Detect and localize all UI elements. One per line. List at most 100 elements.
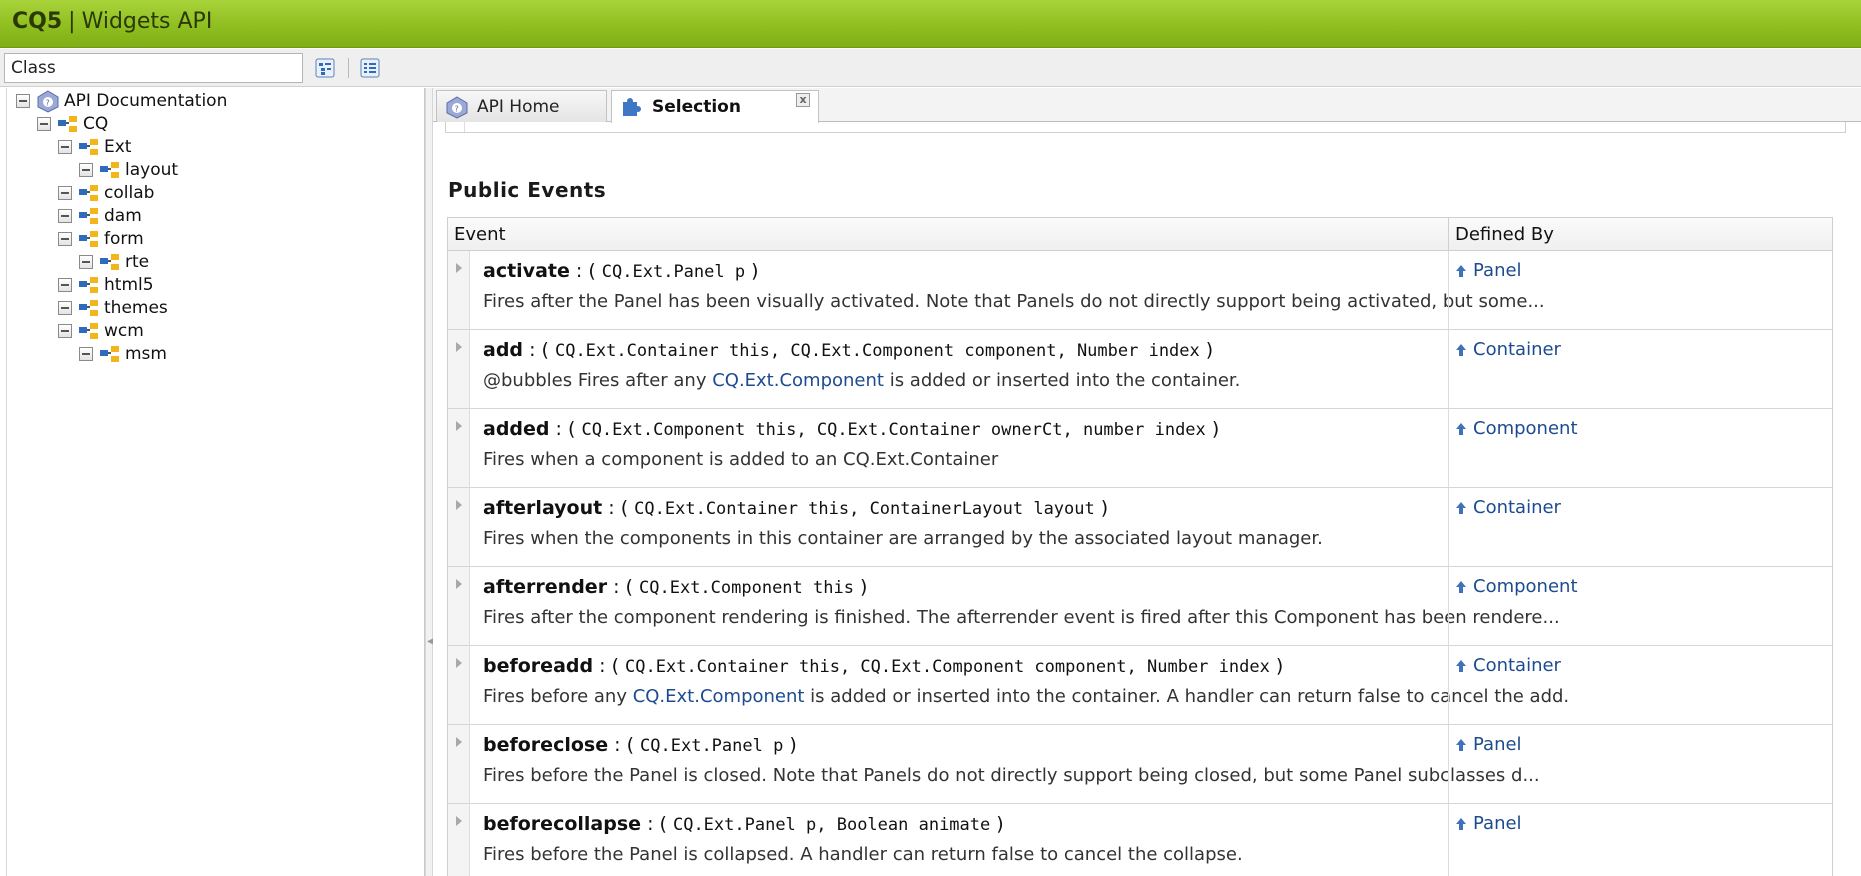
- expand-row-toggle[interactable]: [448, 409, 470, 487]
- event-params: CQ.Ext.Container this, CQ.Ext.Component …: [625, 657, 1270, 677]
- svg-text:?: ?: [455, 104, 459, 113]
- collapse-toggle-icon[interactable]: [79, 255, 93, 269]
- api-documentation-icon: ?: [37, 90, 59, 113]
- event-description: Fires before the Panel is closed. Note t…: [483, 765, 1540, 786]
- tree-node-label: Ext: [104, 137, 132, 157]
- collapse-toggle-icon[interactable]: [58, 301, 72, 315]
- event-params: CQ.Ext.Component this, CQ.Ext.Container …: [581, 420, 1206, 440]
- collapse-toggle-icon[interactable]: [58, 324, 72, 338]
- tree-node-label: themes: [104, 298, 168, 318]
- inherited-up-arrow-icon: [1456, 660, 1466, 672]
- event-description: Fires when the components in this contai…: [483, 528, 1323, 549]
- list-icon: [360, 58, 380, 78]
- tab-selection[interactable]: Selection x: [611, 90, 819, 123]
- event-name: beforeclose: [483, 734, 609, 756]
- collapse-tree-button[interactable]: [359, 57, 381, 79]
- inherited-up-arrow-icon: [1456, 265, 1466, 277]
- collapse-toggle-icon[interactable]: [58, 209, 72, 223]
- package-icon: [79, 277, 98, 293]
- events-table: Event Defined By activate : ( CQ.Ext.Pan…: [447, 217, 1833, 876]
- expand-row-toggle[interactable]: [448, 251, 470, 329]
- events-table-header: Event Defined By: [448, 218, 1832, 251]
- tree-node-msm[interactable]: msm: [79, 341, 167, 367]
- collapse-toggle-icon[interactable]: [58, 186, 72, 200]
- class-search-input[interactable]: [4, 53, 303, 83]
- tab-strip: ? API Home Selection x: [433, 88, 1861, 123]
- event-signature: afterlayout : ( CQ.Ext.Container this, C…: [483, 497, 1109, 519]
- package-icon: [100, 162, 119, 178]
- event-row-afterlayout[interactable]: afterlayout : ( CQ.Ext.Container this, C…: [448, 488, 1832, 567]
- expand-tree-button[interactable]: [314, 57, 336, 79]
- defined-by-link[interactable]: Component: [1448, 409, 1584, 487]
- event-row-beforeadd[interactable]: beforeadd : ( CQ.Ext.Container this, CQ.…: [448, 646, 1832, 725]
- brand-label: CQ5: [12, 9, 63, 34]
- app-header: CQ5 | Widgets API: [0, 0, 1861, 48]
- description-link[interactable]: CQ.Ext.Component: [633, 686, 805, 707]
- event-row-add[interactable]: add : ( CQ.Ext.Container this, CQ.Ext.Co…: [448, 330, 1832, 409]
- event-description: Fires when a component is added to an CQ…: [483, 449, 999, 470]
- tree-node-label: msm: [125, 344, 167, 364]
- collapse-toggle-icon[interactable]: [58, 278, 72, 292]
- event-row-beforecollapse[interactable]: beforecollapse : ( CQ.Ext.Panel p, Boole…: [448, 804, 1832, 876]
- section-title: Public Events: [448, 178, 607, 202]
- description-link[interactable]: CQ.Ext.Component: [712, 370, 884, 391]
- tab-label: API Home: [477, 96, 560, 117]
- event-row-activate[interactable]: activate : ( CQ.Ext.Panel p ) Fires afte…: [448, 251, 1832, 330]
- collapse-toggle-icon[interactable]: [16, 94, 30, 108]
- svg-text:?: ?: [46, 99, 50, 108]
- defined-by-link[interactable]: Panel: [1448, 804, 1528, 876]
- expand-row-toggle[interactable]: [448, 725, 470, 803]
- package-icon: [79, 208, 98, 224]
- tab-label: Selection: [652, 97, 741, 117]
- defined-by-link[interactable]: Container: [1448, 330, 1567, 408]
- package-icon: [79, 231, 98, 247]
- toolbar-separator: [348, 58, 349, 78]
- defined-by-link[interactable]: Container: [1448, 488, 1567, 566]
- tab-close-button[interactable]: x: [796, 93, 810, 107]
- event-description: @bubbles Fires after any CQ.Ext.Componen…: [483, 370, 1241, 391]
- event-row-beforeclose[interactable]: beforeclose : ( CQ.Ext.Panel p ) Fires b…: [448, 725, 1832, 804]
- event-params: CQ.Ext.Panel p: [601, 262, 746, 282]
- event-signature: activate : ( CQ.Ext.Panel p ): [483, 260, 759, 282]
- package-icon: [100, 346, 119, 362]
- event-signature: added : ( CQ.Ext.Component this, CQ.Ext.…: [483, 418, 1220, 440]
- page-title: Widgets API: [81, 9, 213, 34]
- title-separator: |: [68, 9, 76, 34]
- expand-row-toggle[interactable]: [448, 330, 470, 408]
- event-description: Fires before the Panel is collapsed. A h…: [483, 844, 1243, 865]
- expand-row-toggle[interactable]: [448, 646, 470, 724]
- app-title: CQ5 | Widgets API: [12, 9, 212, 34]
- package-icon: [79, 300, 98, 316]
- expand-arrow-icon: [456, 263, 462, 273]
- defined-by-link[interactable]: Component: [1448, 567, 1584, 645]
- defined-by-link[interactable]: Container: [1448, 646, 1567, 724]
- event-name: add: [483, 339, 524, 361]
- collapse-toggle-icon[interactable]: [58, 140, 72, 154]
- collapse-toggle-icon[interactable]: [58, 232, 72, 246]
- package-icon: [100, 254, 119, 270]
- expand-row-toggle[interactable]: [448, 567, 470, 645]
- event-params: CQ.Ext.Container this, CQ.Ext.Component …: [554, 341, 1200, 361]
- panel-splitter[interactable]: ◀: [425, 88, 435, 876]
- inherited-up-arrow-icon: [1456, 423, 1466, 435]
- tree-expand-icon: [315, 58, 335, 78]
- event-row-afterrender[interactable]: afterrender : ( CQ.Ext.Component this ) …: [448, 567, 1832, 646]
- collapse-toggle-icon[interactable]: [79, 163, 93, 177]
- collapse-toggle-icon[interactable]: [79, 347, 93, 361]
- event-signature: add : ( CQ.Ext.Container this, CQ.Ext.Co…: [483, 339, 1214, 361]
- package-icon: [79, 323, 98, 339]
- tab-api-home[interactable]: ? API Home: [436, 90, 607, 122]
- defined-by-link[interactable]: Panel: [1448, 251, 1528, 329]
- event-params: CQ.Ext.Container this, ContainerLayout l…: [634, 499, 1095, 519]
- collapse-toggle-icon[interactable]: [37, 117, 51, 131]
- tree-node-label: html5: [104, 275, 154, 295]
- defined-by-link[interactable]: Panel: [1448, 725, 1528, 803]
- expand-row-toggle[interactable]: [448, 804, 470, 876]
- expand-row-toggle[interactable]: [448, 488, 470, 566]
- inherited-up-arrow-icon: [1456, 581, 1466, 593]
- tree-node-label: dam: [104, 206, 142, 226]
- tree-node-label: CQ: [83, 114, 109, 134]
- event-row-added[interactable]: added : ( CQ.Ext.Component this, CQ.Ext.…: [448, 409, 1832, 488]
- expand-arrow-icon: [456, 500, 462, 510]
- event-signature: beforecollapse : ( CQ.Ext.Panel p, Boole…: [483, 813, 1004, 835]
